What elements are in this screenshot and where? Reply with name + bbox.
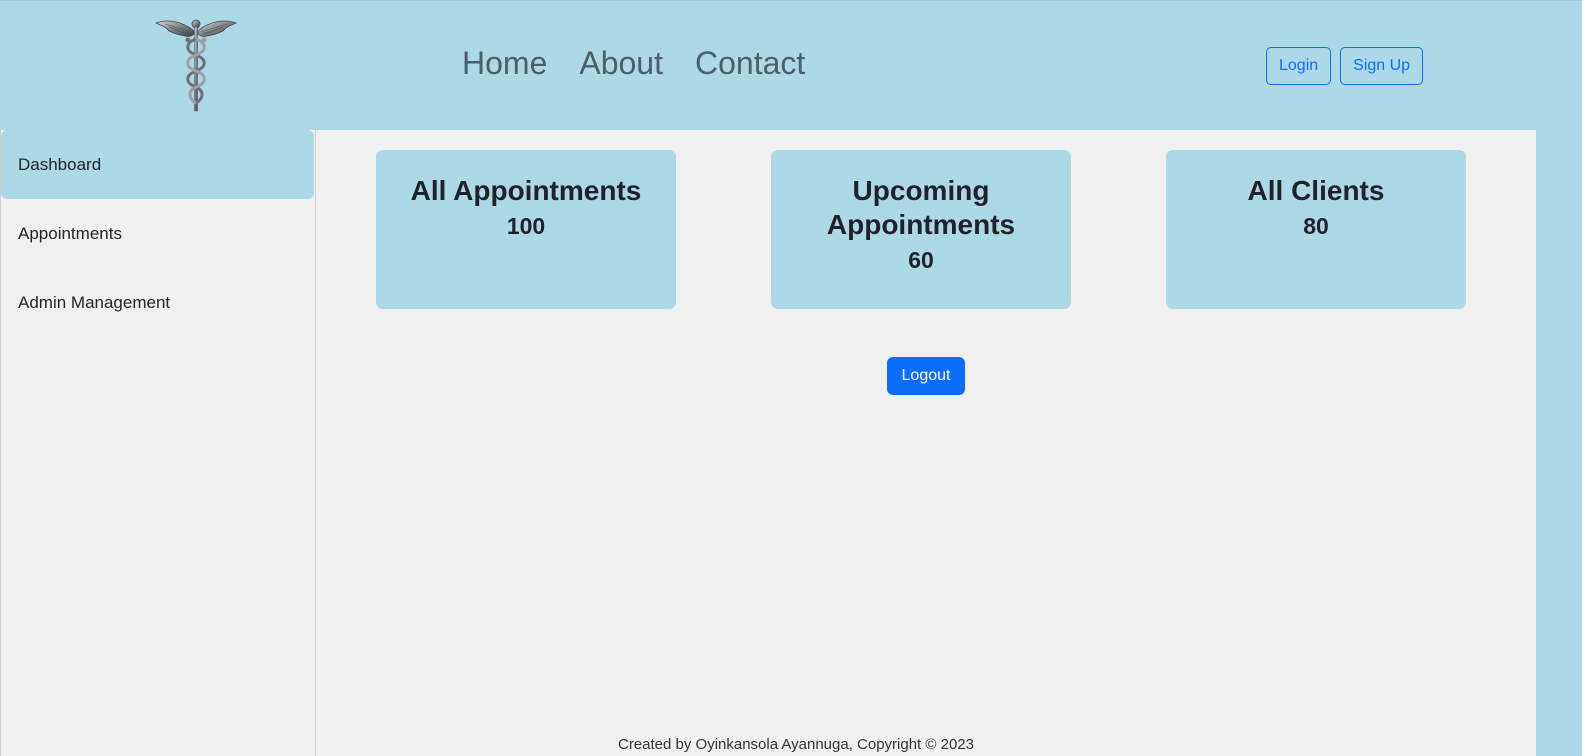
sidebar-item-label: Appointments — [18, 223, 122, 243]
login-button[interactable]: Login — [1266, 47, 1332, 85]
all-clients-card: All Clients 80 — [1166, 150, 1466, 309]
card-title: All Appointments — [410, 175, 642, 206]
main-content: All Appointments 100 Upcoming Appointmen… — [316, 130, 1536, 756]
auth-buttons: Login Sign Up — [1266, 47, 1424, 85]
sidebar-item-admin-management[interactable]: Admin Management — [1, 268, 315, 337]
nav-contact-link[interactable]: Contact — [695, 41, 805, 85]
card-value: 60 — [908, 247, 934, 273]
nav-home-link[interactable]: Home — [462, 41, 547, 85]
upcoming-appointments-card: Upcoming Appointments 60 — [771, 150, 1071, 309]
logout-button[interactable]: Logout — [887, 357, 965, 395]
sidebar: Dashboard Appointments Admin Management — [0, 130, 316, 756]
signup-button[interactable]: Sign Up — [1340, 47, 1424, 85]
sidebar-item-label: Dashboard — [18, 154, 102, 174]
sidebar-item-appointments[interactable]: Appointments — [1, 199, 315, 268]
main-nav: Home About Contact — [462, 41, 805, 85]
all-appointments-card: All Appointments 100 — [376, 150, 676, 309]
card-value: 80 — [1303, 213, 1329, 239]
card-title: Upcoming Appointments — [826, 175, 1016, 240]
card-value: 100 — [506, 213, 546, 239]
caduceus-icon[interactable] — [155, 15, 237, 113]
sidebar-item-label: Admin Management — [18, 292, 171, 312]
card-title: All Clients — [1247, 175, 1385, 206]
header: Home About Contact Login Sign Up — [0, 0, 1582, 130]
sidebar-item-dashboard[interactable]: Dashboard — [1, 130, 314, 199]
footer-copyright: Created by Oyinkansola Ayannuga, Copyrig… — [617, 736, 974, 753]
nav-about-link[interactable]: About — [579, 41, 663, 85]
